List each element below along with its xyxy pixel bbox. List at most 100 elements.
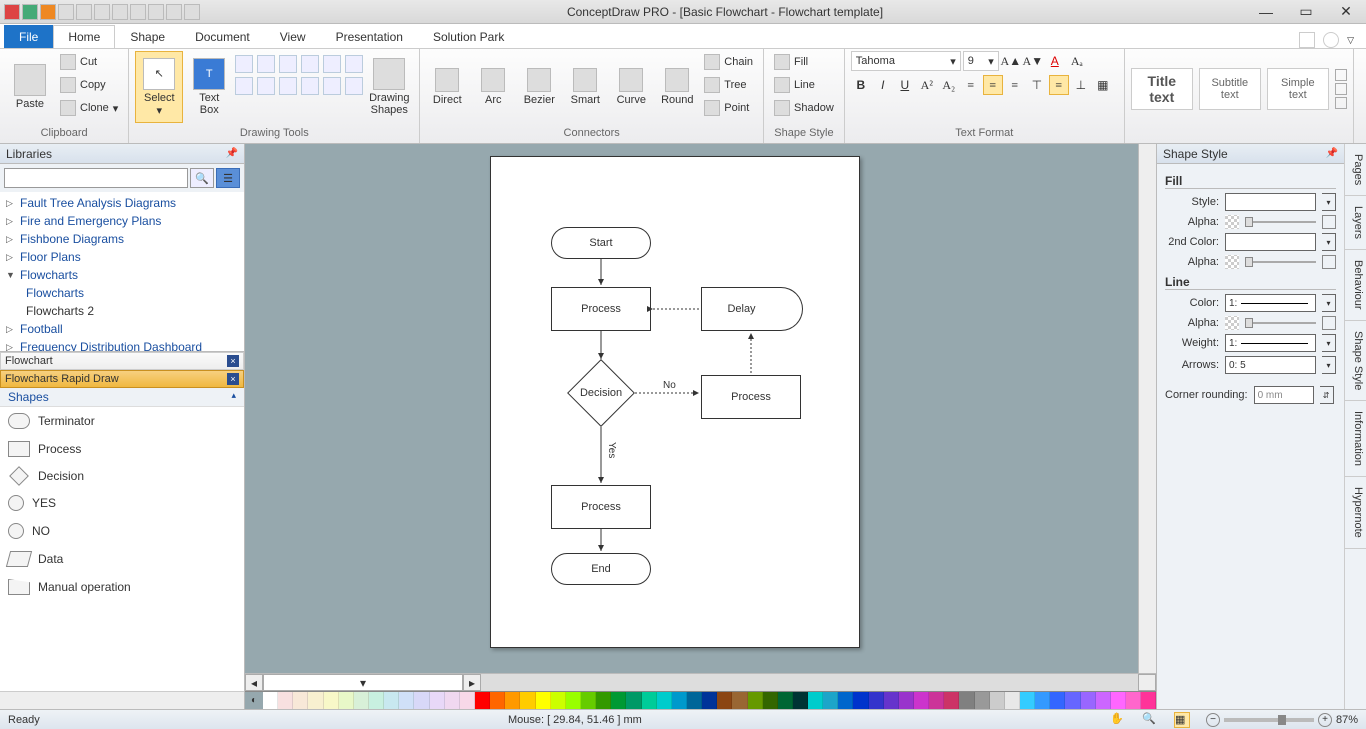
tab-solution[interactable]: Solution Park xyxy=(418,25,519,48)
page-tab[interactable]: ▾ xyxy=(263,674,463,691)
arc-button[interactable]: Arc xyxy=(472,51,514,123)
tree-item[interactable]: Flowcharts xyxy=(6,284,238,302)
zoom-slider[interactable] xyxy=(1224,718,1314,722)
shadow-button[interactable]: Shadow xyxy=(770,97,838,119)
color-swatch[interactable] xyxy=(596,692,611,709)
tree-item[interactable]: ▷Floor Plans xyxy=(6,248,238,266)
smart-button[interactable]: Smart xyxy=(564,51,606,123)
palette-options-icon[interactable]: ◐ xyxy=(245,692,263,709)
tab-shape[interactable]: Shape xyxy=(115,25,180,48)
shape-item-data[interactable]: Data xyxy=(0,545,244,573)
collapse-icon[interactable]: ▴ xyxy=(231,390,236,404)
styles-down-icon[interactable] xyxy=(1335,83,1347,95)
maximize-button[interactable]: ▭ xyxy=(1286,1,1326,23)
grow-font-icon[interactable]: A▲ xyxy=(1001,51,1021,71)
tree-item[interactable]: ▷Football xyxy=(6,320,238,338)
color-swatch[interactable] xyxy=(944,692,959,709)
hand-tool-icon[interactable]: ✋ xyxy=(1110,712,1126,728)
color-swatch[interactable] xyxy=(1005,692,1020,709)
tab-home[interactable]: Home xyxy=(53,25,115,48)
valign-top-button[interactable]: ⊤ xyxy=(1027,75,1047,95)
qat-item[interactable] xyxy=(58,4,74,20)
primitive-icon[interactable] xyxy=(279,77,297,95)
document-surface[interactable]: Start Process Delay Decision Process Pro… xyxy=(245,144,1138,673)
round-button[interactable]: Round xyxy=(656,51,698,123)
tree-item[interactable]: ▷Fishbone Diagrams xyxy=(6,230,238,248)
color-swatch[interactable] xyxy=(551,692,566,709)
curve-button[interactable]: Curve xyxy=(610,51,652,123)
color-swatch[interactable] xyxy=(611,692,626,709)
close-icon[interactable]: × xyxy=(227,373,239,385)
dropdown-icon[interactable]: ▾ xyxy=(1322,193,1336,211)
valign-middle-button[interactable]: ≡ xyxy=(1049,75,1069,95)
color-swatch[interactable] xyxy=(778,692,793,709)
italic-button[interactable]: I xyxy=(873,75,893,95)
color-swatch[interactable] xyxy=(732,692,747,709)
chain-button[interactable]: Chain xyxy=(700,51,757,73)
second-color-select[interactable] xyxy=(1225,233,1316,251)
color-swatch[interactable] xyxy=(445,692,460,709)
qat-item[interactable] xyxy=(22,4,38,20)
color-swatch[interactable] xyxy=(702,692,717,709)
line-weight-select[interactable]: 1: xyxy=(1225,334,1316,352)
tab-behaviour[interactable]: Behaviour xyxy=(1345,250,1366,321)
tab-presentation[interactable]: Presentation xyxy=(321,25,418,48)
dropdown-icon[interactable]: ▾ xyxy=(1322,233,1336,251)
shrink-font-icon[interactable]: A▼ xyxy=(1023,51,1043,71)
tab-information[interactable]: Information xyxy=(1345,401,1366,477)
primitive-icon[interactable] xyxy=(345,55,363,73)
color-swatch[interactable] xyxy=(1096,692,1111,709)
minimize-button[interactable]: — xyxy=(1246,1,1286,23)
tree-item[interactable]: ▷Fire and Emergency Plans xyxy=(6,212,238,230)
color-swatch[interactable] xyxy=(869,692,884,709)
color-swatch[interactable] xyxy=(717,692,732,709)
color-swatch[interactable] xyxy=(838,692,853,709)
library-tab-rapiddraw[interactable]: Flowcharts Rapid Draw× xyxy=(0,370,244,388)
color-swatch[interactable] xyxy=(793,692,808,709)
style-simple[interactable]: Simple text xyxy=(1267,68,1329,110)
clone-button[interactable]: Clone ▾ xyxy=(56,97,122,119)
tab-scroll-right[interactable]: ▸ xyxy=(463,674,481,691)
color-swatch[interactable] xyxy=(430,692,445,709)
color-swatch[interactable] xyxy=(990,692,1005,709)
fill-style-select[interactable] xyxy=(1225,193,1316,211)
subscript-button[interactable]: A₂ xyxy=(939,75,959,95)
qat-item[interactable] xyxy=(130,4,146,20)
drawing-shapes-button[interactable]: Drawing Shapes xyxy=(365,51,413,123)
textbox-button[interactable]: TText Box xyxy=(185,51,233,123)
tab-layers[interactable]: Layers xyxy=(1345,196,1366,250)
horizontal-scrollbar[interactable] xyxy=(481,674,1138,691)
tree-button[interactable]: Tree xyxy=(700,74,757,96)
corner-rounding-input[interactable]: 0 mm xyxy=(1254,386,1314,404)
underline-button[interactable]: U xyxy=(895,75,915,95)
color-swatch[interactable] xyxy=(460,692,475,709)
align-center-button[interactable]: ≡ xyxy=(983,75,1003,95)
node-end[interactable]: End xyxy=(551,553,651,585)
primitive-icon[interactable] xyxy=(301,55,319,73)
tab-pages[interactable]: Pages xyxy=(1345,144,1366,196)
paste-button[interactable]: Paste xyxy=(6,51,54,123)
color-swatch[interactable] xyxy=(884,692,899,709)
color-swatch[interactable] xyxy=(899,692,914,709)
style-title[interactable]: Title text xyxy=(1131,68,1193,110)
library-tree[interactable]: ▷Fault Tree Analysis Diagrams ▷Fire and … xyxy=(0,192,244,352)
color-swatch[interactable] xyxy=(959,692,974,709)
color-swatch[interactable] xyxy=(399,692,414,709)
color-swatch[interactable] xyxy=(626,692,641,709)
copy-button[interactable]: Copy xyxy=(56,74,122,96)
tree-item-expanded[interactable]: ▼Flowcharts xyxy=(6,266,238,284)
zoom-out-button[interactable]: − xyxy=(1206,713,1220,727)
point-button[interactable]: Point xyxy=(700,97,757,119)
tab-hypernote[interactable]: Hypernote xyxy=(1345,477,1366,549)
primitive-icon[interactable] xyxy=(257,77,275,95)
color-swatch[interactable] xyxy=(324,692,339,709)
tree-item[interactable]: ▷Frequency Distribution Dashboard xyxy=(6,338,238,352)
color-swatch[interactable] xyxy=(642,692,657,709)
color-swatch[interactable] xyxy=(808,692,823,709)
primitive-icon[interactable] xyxy=(323,77,341,95)
dropdown-icon[interactable]: ▾ xyxy=(1322,294,1336,312)
zoom-tool-icon[interactable]: 🔍 xyxy=(1142,712,1158,728)
color-swatch[interactable] xyxy=(1035,692,1050,709)
color-swatch[interactable] xyxy=(1111,692,1126,709)
resize-grip[interactable] xyxy=(1138,674,1156,691)
